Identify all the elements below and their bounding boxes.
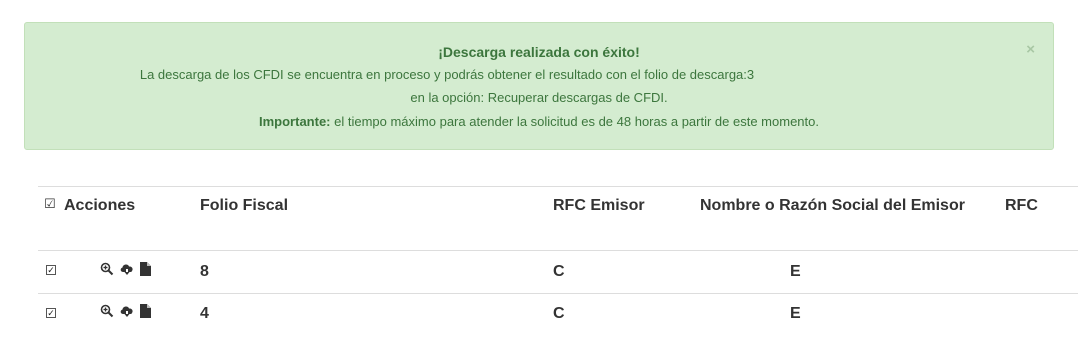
row-divider <box>38 293 1078 294</box>
alert-title: ¡Descarga realizada con éxito! <box>438 44 640 60</box>
alert-important-text: el tiempo máximo para atender la solicit… <box>330 114 819 129</box>
zoom-in-icon[interactable] <box>100 262 114 276</box>
alert-message-line1: La descarga de los CFDI se encuentra en … <box>139 67 755 82</box>
column-header-nombre-emisor[interactable]: Nombre o Razón Social del Emisor <box>700 197 965 215</box>
row-checkbox[interactable]: ✓ <box>46 265 56 275</box>
table-top-divider <box>38 186 1078 187</box>
column-header-rfc-receptor[interactable]: RFC <box>1005 197 1038 215</box>
cloud-download-icon[interactable] <box>119 262 135 276</box>
alert-message-line2: en la opción: Recuperar descargas de CFD… <box>410 90 668 105</box>
column-header-folio-fiscal[interactable]: Folio Fiscal <box>200 197 288 215</box>
alert-important-label: Importante: <box>259 114 331 129</box>
nombre-emisor-cell: E <box>790 263 801 280</box>
file-icon[interactable] <box>140 262 151 276</box>
close-icon[interactable]: × <box>1026 41 1035 58</box>
select-all-checkbox[interactable]: ☑ <box>44 196 56 212</box>
cloud-download-icon[interactable] <box>119 304 135 318</box>
header-divider <box>38 250 1078 251</box>
column-header-acciones: Acciones <box>64 197 136 214</box>
alert-important: Importante: el tiempo máximo para atende… <box>25 113 1053 131</box>
rfc-emisor-cell: C <box>553 263 565 280</box>
folio-cell: 8 <box>200 263 209 280</box>
row-checkbox[interactable]: ✓ <box>46 308 56 318</box>
zoom-in-icon[interactable] <box>100 304 114 318</box>
rfc-emisor-cell: C <box>553 305 565 322</box>
file-icon[interactable] <box>140 304 151 318</box>
column-header-rfc-emisor[interactable]: RFC Emisor <box>553 197 645 215</box>
nombre-emisor-cell: E <box>790 305 801 322</box>
success-alert: ¡Descarga realizada con éxito! La descar… <box>24 22 1054 150</box>
folio-cell: 4 <box>200 305 209 322</box>
